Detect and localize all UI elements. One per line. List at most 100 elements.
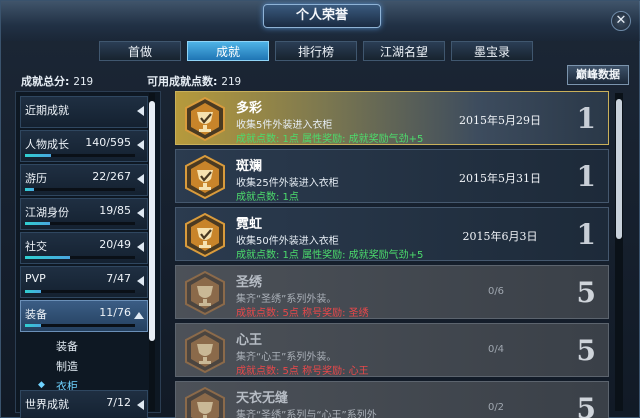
arrow-left-icon — [137, 242, 144, 252]
progress-fill — [25, 222, 50, 225]
category-sidebar: 近期成就 人物成长 140/595 游历 22/267 江湖身份 19/85 社… — [15, 91, 161, 418]
sidebar-item-count: 11/76 — [99, 306, 131, 319]
achievement-row[interactable]: 霓虹 收集50件外装进入衣柜 成就点数: 1点 属性奖励: 成就奖励气劲+5 2… — [175, 207, 609, 261]
sidebar-item-label: 社交 — [25, 240, 47, 253]
achievement-date: 2015年6月3日 — [462, 230, 538, 243]
achievement-desc: 集齐“圣绣”系列与“心王”系列外 — [236, 410, 377, 418]
sidebar-item-label: PVP — [25, 272, 46, 285]
list-scroll-thumb[interactable] — [616, 99, 622, 239]
achievement-desc: 集齐“心王”系列外装。 — [236, 352, 337, 363]
achievement-name: 霓虹 — [236, 217, 263, 232]
arrow-left-icon — [137, 400, 144, 410]
achievement-points: 5 — [576, 276, 596, 309]
sidebar-item-pvp[interactable]: PVP 7/47 — [20, 266, 148, 298]
peak-data-button[interactable]: 巅峰数据 — [567, 65, 629, 85]
achievement-row[interactable]: 圣绣 集齐“圣绣”系列外装。 成就点数: 5点 称号奖励: 圣绣 0/6 5 — [175, 265, 609, 319]
total-score-label: 成就总分: — [21, 75, 70, 88]
achievement-desc: 集齐“圣绣”系列外装。 — [236, 294, 337, 305]
available-points-label: 可用成就点数: — [147, 75, 218, 88]
total-score: 成就总分: 219 — [21, 73, 93, 89]
available-points: 可用成就点数: 219 — [147, 73, 241, 89]
trophy-cup-icon — [185, 97, 225, 141]
trophy-cup-icon — [185, 387, 225, 418]
arrow-left-icon — [137, 140, 144, 150]
progress-fill — [25, 290, 42, 293]
achievement-points: 1 — [576, 160, 596, 193]
achievement-row[interactable]: 斑斓 收集25件外装进入衣柜 成就点数: 1点 2015年5月31日 1 — [175, 149, 609, 203]
achievement-points: 5 — [576, 392, 596, 418]
available-points-value: 219 — [221, 75, 242, 88]
sidebar-item-label: 近期成就 — [25, 104, 69, 117]
achievement-reward: 成就点数: 1点 属性奖励: 成就奖励气劲+5 — [236, 250, 424, 261]
subitem-equipment[interactable]: 装备 — [56, 338, 78, 354]
progress-track — [25, 154, 135, 157]
achievement-progress: 0/6 — [487, 286, 505, 297]
achievement-reward: 成就点数: 1点 — [236, 192, 299, 203]
progress-fill — [25, 256, 70, 259]
sidebar-item-growth[interactable]: 人物成长 140/595 — [20, 130, 148, 162]
progress-fill — [25, 188, 35, 191]
tab-first-kill[interactable]: 首做 — [99, 41, 181, 61]
progress-fill — [25, 154, 51, 157]
arrow-left-icon — [137, 276, 144, 286]
achievement-progress: 0/4 — [487, 344, 505, 355]
sidebar-item-world[interactable]: 世界成就 7/12 — [20, 390, 148, 418]
trophy-cup-icon — [185, 329, 225, 373]
sidebar-item-count: 20/49 — [99, 238, 131, 251]
achievement-points: 1 — [576, 218, 596, 251]
trophy-cup-icon — [185, 271, 225, 315]
sidebar-item-social[interactable]: 社交 20/49 — [20, 232, 148, 264]
sidebar-item-equipment[interactable]: 装备 11/76 — [20, 300, 148, 332]
sidebar-item-count: 140/595 — [85, 136, 131, 149]
tab-leaderboard[interactable]: 排行榜 — [275, 41, 357, 61]
sidebar-item-identity[interactable]: 江湖身份 19/85 — [20, 198, 148, 230]
trophy-cup-icon — [185, 213, 225, 257]
achievement-date: 2015年5月29日 — [459, 114, 541, 127]
sidebar-item-label: 人物成长 — [25, 138, 69, 151]
achievement-reward: 成就点数: 5点 称号奖励: 心王 — [236, 366, 369, 377]
arrow-left-icon — [137, 174, 144, 184]
achievement-progress: 0/2 — [487, 402, 505, 413]
sidebar-item-recent[interactable]: 近期成就 — [20, 96, 148, 128]
sidebar-item-count: 22/267 — [92, 170, 131, 183]
achievement-desc: 收集50件外装进入衣柜 — [236, 236, 339, 247]
tab-bar: 首做 成就 排行榜 江湖名望 墨宝录 — [99, 41, 533, 61]
sidebar-item-travel[interactable]: 游历 22/267 — [20, 164, 148, 196]
progress-track — [25, 324, 135, 327]
tab-calligraphy[interactable]: 墨宝录 — [451, 41, 533, 61]
progress-track — [25, 256, 135, 259]
achievement-date: 2015年5月31日 — [459, 172, 541, 185]
achievement-reward: 成就点数: 1点 属性奖励: 成就奖励气劲+5 — [236, 134, 424, 145]
achievement-name: 天衣无缝 — [236, 391, 289, 406]
tab-reputation[interactable]: 江湖名望 — [363, 41, 445, 61]
list-scrollbar[interactable] — [615, 93, 623, 411]
sidebar-scrollbar[interactable] — [149, 93, 155, 411]
sidebar-item-count: 7/12 — [106, 396, 131, 409]
achievement-desc: 收集25件外装进入衣柜 — [236, 178, 339, 189]
sidebar-scroll-thumb[interactable] — [149, 101, 155, 341]
arrow-down-icon — [134, 312, 144, 319]
total-score-value: 219 — [73, 75, 94, 88]
sidebar-item-label: 装备 — [25, 308, 47, 321]
arrow-left-icon — [137, 106, 144, 116]
progress-track — [25, 222, 135, 225]
subitem-crafting[interactable]: 制造 — [56, 358, 78, 374]
achievement-desc: 收集5件外装进入衣柜 — [236, 120, 333, 131]
progress-track — [25, 188, 135, 191]
achievement-list: 多彩 收集5件外装进入衣柜 成就点数: 1点 属性奖励: 成就奖励气劲+5 20… — [175, 91, 609, 418]
tab-achievements[interactable]: 成就 — [187, 41, 269, 61]
sidebar-item-label: 江湖身份 — [25, 206, 69, 219]
achievement-row[interactable]: 天衣无缝 集齐“圣绣”系列与“心王”系列外 0/2 5 — [175, 381, 609, 418]
sidebar-item-count: 7/47 — [106, 272, 131, 285]
achievement-name: 斑斓 — [236, 159, 263, 174]
arrow-left-icon — [137, 208, 144, 218]
achievement-row[interactable]: 多彩 收集5件外装进入衣柜 成就点数: 1点 属性奖励: 成就奖励气劲+5 20… — [175, 91, 609, 145]
sidebar-item-label: 游历 — [25, 172, 47, 185]
achievement-name: 圣绣 — [236, 275, 263, 290]
achievement-points: 5 — [576, 334, 596, 367]
achievement-name: 心王 — [236, 333, 263, 348]
window-title: 个人荣誉 — [263, 4, 381, 28]
achievement-window: 个人荣誉 ✕ 首做 成就 排行榜 江湖名望 墨宝录 成就总分: 219 可用成就… — [0, 0, 640, 418]
achievement-row[interactable]: 心王 集齐“心王”系列外装。 成就点数: 5点 称号奖励: 心王 0/4 5 — [175, 323, 609, 377]
close-icon[interactable]: ✕ — [611, 11, 631, 31]
